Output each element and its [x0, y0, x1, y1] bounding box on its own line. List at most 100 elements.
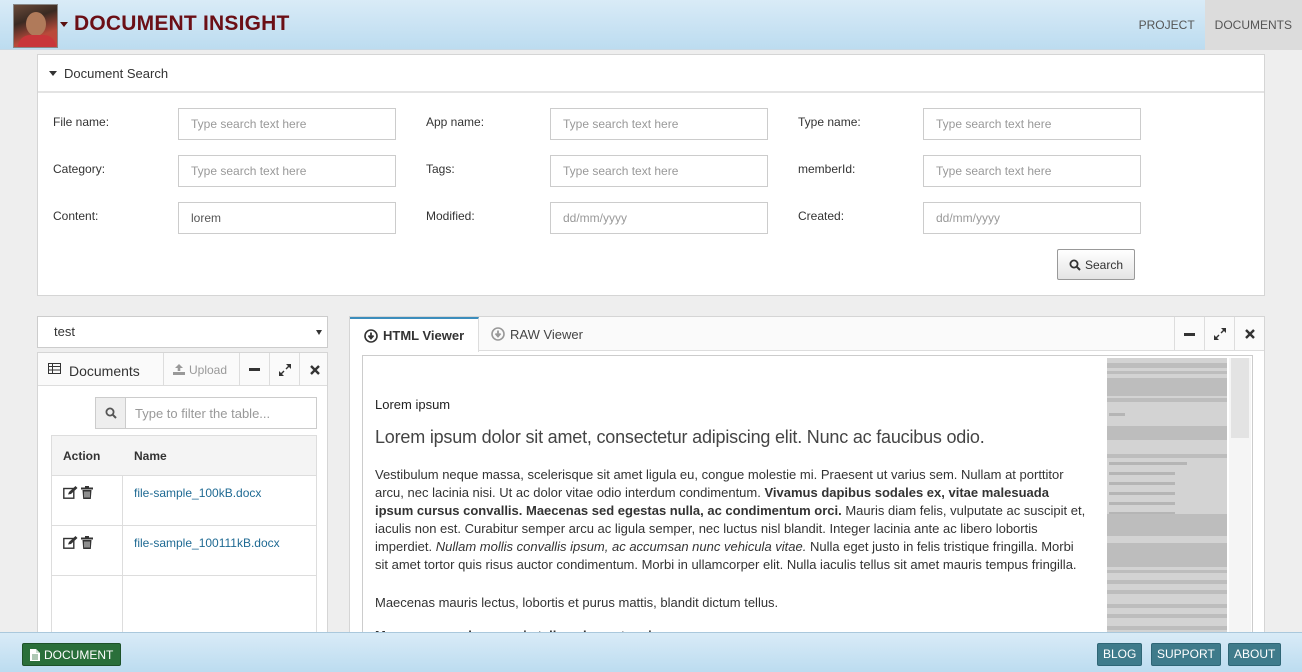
nav-item-project[interactable]: PROJECT [1129, 0, 1205, 50]
documents-panel-header: Documents Upload [38, 353, 327, 386]
document-link[interactable]: file-sample_100111kB.docx [134, 536, 280, 550]
close-button[interactable] [299, 353, 329, 386]
minimap-line [1109, 413, 1125, 416]
tab-raw-viewer[interactable]: RAW Viewer [477, 317, 597, 351]
member-id-label: memberId: [798, 162, 856, 176]
document-paragraph: Vestibulum neque massa, scelerisque sit … [375, 466, 1087, 574]
viewer-close-button[interactable] [1234, 317, 1264, 351]
minimap-block [1107, 543, 1227, 567]
paragraph-italic-text: Nullam mollis convallis ipsum, ac accums… [435, 539, 807, 554]
viewer-minimize-button[interactable] [1174, 317, 1204, 351]
upload-icon [172, 364, 185, 375]
documents-panel-title: Documents [69, 363, 140, 379]
edit-icon[interactable] [63, 536, 78, 549]
minus-icon [249, 368, 260, 371]
member-id-input[interactable] [923, 155, 1141, 187]
minimap-line [1109, 472, 1175, 475]
search-panel-title: Document Search [64, 66, 169, 81]
file-icon [30, 648, 40, 661]
type-name-input[interactable] [923, 108, 1141, 140]
viewer-expand-button[interactable] [1204, 317, 1234, 351]
category-label: Category: [53, 162, 106, 176]
app-title: DOCUMENT INSIGHT [74, 12, 290, 35]
user-menu-caret-icon[interactable] [60, 22, 68, 27]
created-label: Created: [798, 209, 845, 223]
minimap-line [1109, 482, 1175, 485]
table-icon [48, 363, 61, 374]
trash-icon[interactable] [81, 486, 93, 499]
document-paragraph: Maecenas mauris lectus, lobortis et puru… [375, 595, 779, 610]
edit-icon[interactable] [63, 486, 78, 499]
footer-bar: DOCUMENT BLOG SUPPORT ABOUT [0, 632, 1302, 672]
minimap-line [1107, 371, 1227, 374]
document-minimap[interactable] [1107, 358, 1227, 654]
tab-html-viewer-label: HTML Viewer [383, 328, 465, 343]
document-search-panel: Document Search File name: App name: Typ… [37, 54, 1265, 296]
minimap-viewport [1107, 358, 1227, 654]
file-name-label: File name: [53, 115, 110, 129]
blog-link[interactable]: BLOG [1097, 643, 1143, 666]
minimap-line [1109, 492, 1175, 495]
minimap-line [1107, 604, 1227, 608]
column-header-name[interactable]: Name [134, 449, 167, 463]
support-link[interactable]: SUPPORT [1151, 643, 1221, 666]
minimize-button[interactable] [239, 353, 269, 386]
project-select-value: test [54, 324, 75, 339]
minimap-line [1107, 590, 1227, 594]
minimap-line [1107, 570, 1227, 573]
app-name-label: App name: [426, 115, 485, 129]
about-link[interactable]: ABOUT [1228, 643, 1282, 666]
document-link[interactable]: file-sample_100kB.docx [134, 486, 261, 500]
tab-html-viewer[interactable]: HTML Viewer [350, 317, 480, 352]
vertical-scrollbar[interactable] [1229, 358, 1251, 654]
created-date-input[interactable] [923, 202, 1141, 234]
minimap-line [1107, 398, 1227, 402]
search-icon [1069, 259, 1081, 271]
modified-date-input[interactable] [550, 202, 768, 234]
file-name-input[interactable] [178, 108, 396, 140]
viewer-tabs: HTML Viewer RAW Viewer [350, 317, 1264, 352]
avatar-shirt [18, 35, 56, 47]
document-render-frame[interactable]: Lorem ipsum Lorem ipsum dolor sit amet, … [362, 355, 1253, 655]
search-button[interactable]: Search [1057, 249, 1135, 280]
filter-addon [95, 397, 126, 429]
minimap-block [1107, 378, 1227, 396]
table-filter [95, 397, 317, 429]
trash-icon[interactable] [81, 536, 93, 549]
column-header-action[interactable]: Action [63, 449, 100, 463]
upload-button[interactable]: Upload [163, 353, 236, 386]
project-select[interactable]: test [37, 316, 328, 348]
document-button[interactable]: DOCUMENT [22, 643, 122, 666]
tags-input[interactable] [550, 155, 768, 187]
search-icon [105, 407, 117, 419]
category-input[interactable] [178, 155, 396, 187]
document-lead: Lorem ipsum dolor sit amet, consectetur … [375, 427, 985, 447]
table-row: file-sample_100111kB.docx [52, 526, 316, 576]
minimap-line [1107, 580, 1227, 584]
app-name-input[interactable] [550, 108, 768, 140]
download-circle-icon [364, 328, 378, 343]
download-circle-icon [491, 327, 505, 341]
avatar-face [26, 12, 46, 36]
document-subtitle: Lorem ipsum [375, 397, 451, 412]
top-navbar: DOCUMENT INSIGHT PROJECT DOCUMENTS [0, 0, 1302, 50]
collapse-caret-icon[interactable] [49, 71, 57, 76]
minus-icon [1184, 332, 1195, 336]
expand-button[interactable] [269, 353, 299, 386]
content-input[interactable] [178, 202, 396, 234]
scrollbar-thumb[interactable] [1231, 358, 1249, 438]
user-avatar[interactable] [13, 4, 58, 48]
close-icon [309, 364, 320, 375]
nav-item-documents[interactable]: DOCUMENTS [1204, 0, 1302, 50]
content-label: Content: [53, 209, 99, 223]
documents-table: Action Name file-sample_100kB.docx file-… [51, 435, 317, 656]
modified-label: Modified: [426, 209, 475, 223]
table-filter-input[interactable] [126, 397, 317, 429]
documents-panel: Documents Upload Action Name [37, 352, 328, 656]
main-nav: PROJECT DOCUMENTS [1129, 0, 1302, 50]
search-panel-header[interactable]: Document Search [38, 55, 1264, 93]
expand-icon [278, 363, 291, 376]
minimap-block [1107, 514, 1227, 536]
minimap-line [1107, 454, 1227, 458]
type-name-label: Type name: [798, 115, 861, 129]
